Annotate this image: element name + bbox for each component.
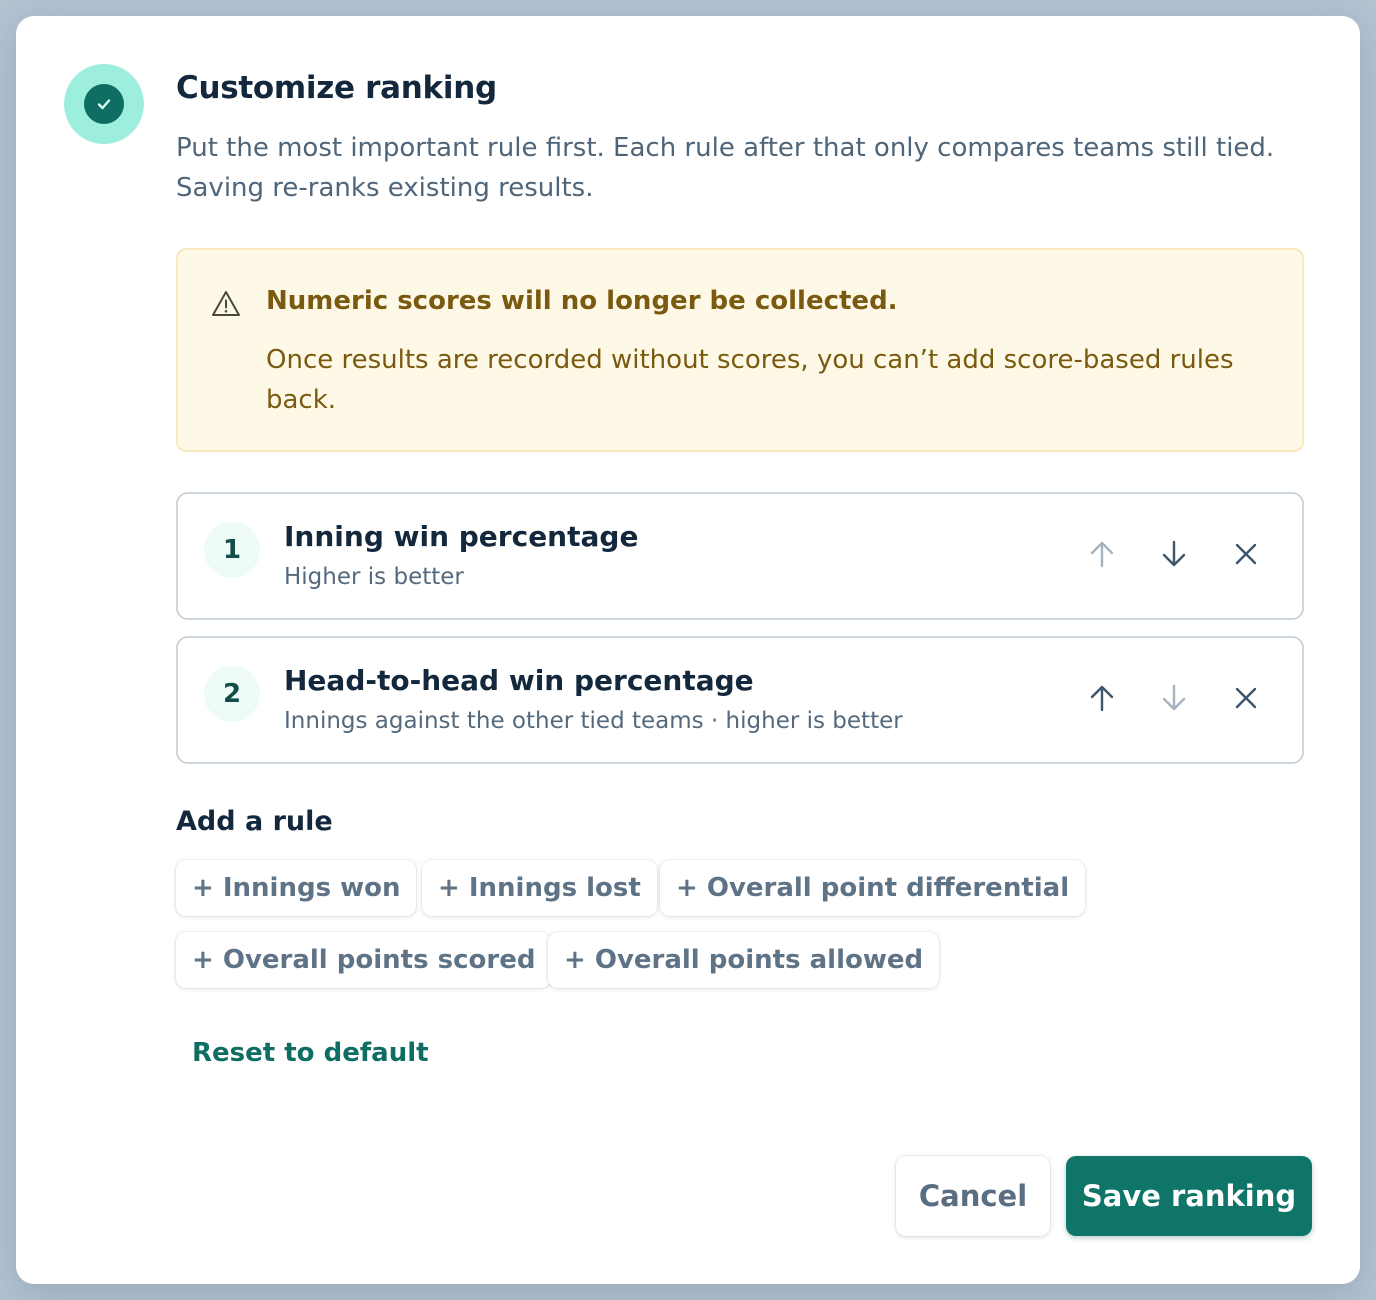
arrow-up-icon	[1090, 541, 1114, 568]
add-innings-lost-button[interactable]: + Innings lost	[422, 860, 657, 916]
dialog-title: Customize ranking	[176, 70, 497, 106]
warning-triangle-icon	[212, 291, 240, 316]
customize-ranking-dialog: Customize ranking Put the most important…	[16, 16, 1360, 1284]
arrow-down-icon	[1162, 684, 1186, 711]
warning-title: Numeric scores will no longer be collect…	[266, 286, 898, 316]
rule-subtitle: Innings against the other tied teams · h…	[284, 708, 903, 734]
rule-subtitle: Higher is better	[284, 564, 464, 590]
move-down-button[interactable]	[1154, 534, 1194, 574]
rule-title: Inning win percentage	[284, 520, 639, 553]
cancel-button[interactable]: Cancel	[896, 1156, 1050, 1236]
remove-rule-button[interactable]	[1226, 534, 1266, 574]
add-innings-won-button[interactable]: + Innings won	[176, 860, 417, 916]
check-circle-icon	[64, 64, 144, 144]
add-overall-points-allowed-button[interactable]: + Overall points allowed	[548, 932, 940, 988]
rule-number: 1	[204, 522, 260, 578]
warning-body: Once results are recorded without scores…	[266, 345, 1234, 415]
reset-to-default-link[interactable]: Reset to default	[192, 1038, 429, 1068]
remove-rule-button[interactable]	[1226, 678, 1266, 718]
add-overall-point-differential-button[interactable]: + Overall point differential	[660, 860, 1086, 916]
rule-title: Head-to-head win percentage	[284, 664, 754, 697]
rule-card-2: 2 Head-to-head win percentage Innings ag…	[176, 636, 1304, 764]
add-rule-label: Add a rule	[176, 806, 333, 837]
rule-card-1: 1 Inning win percentage Higher is better	[176, 492, 1304, 620]
add-overall-points-scored-button[interactable]: + Overall points scored	[176, 932, 552, 988]
dialog-description: Put the most important rule first. Each …	[176, 133, 1275, 203]
warning-banner: Numeric scores will no longer be collect…	[176, 248, 1304, 452]
move-up-button[interactable]	[1082, 534, 1122, 574]
move-up-button[interactable]	[1082, 678, 1122, 718]
arrow-down-icon	[1162, 540, 1186, 567]
move-down-button[interactable]	[1154, 678, 1194, 718]
close-icon	[1235, 687, 1257, 709]
rule-number: 2	[204, 666, 260, 722]
save-ranking-button[interactable]: Save ranking	[1066, 1156, 1312, 1236]
arrow-up-icon	[1090, 685, 1114, 712]
close-icon	[1235, 543, 1257, 565]
